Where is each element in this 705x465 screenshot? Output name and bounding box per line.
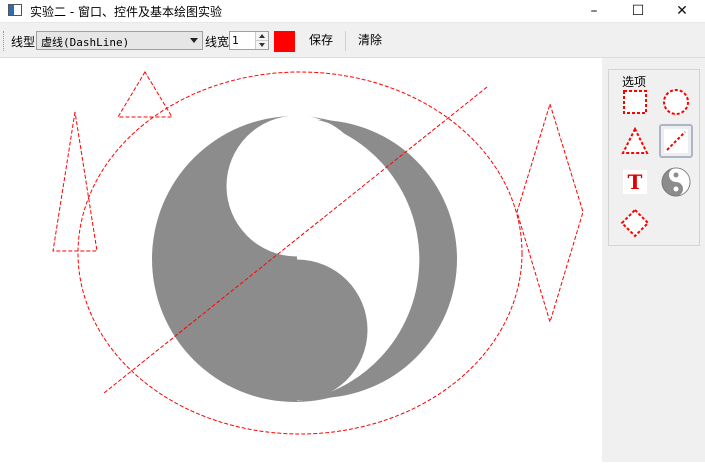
line-style-value: 虚线(DashLine) <box>41 36 130 49</box>
title-bar: 实验二 - 窗口、控件及基本绘图实验 – ☐ ✕ <box>0 0 705 23</box>
app-window-icon <box>8 4 22 16</box>
options-dock: 选项 T <box>602 58 705 462</box>
options-group: 选项 T <box>608 69 700 246</box>
clear-button[interactable]: 清除 <box>352 29 388 51</box>
maximize-button[interactable]: ☐ <box>616 0 660 22</box>
line-width-value: 1 <box>232 34 239 47</box>
spin-up-icon[interactable] <box>255 32 268 41</box>
maximize-icon: ☐ <box>631 3 645 19</box>
drawn-triangle-tall <box>52 111 98 252</box>
chevron-down-icon <box>190 38 198 43</box>
spin-down-icon[interactable] <box>255 41 268 49</box>
pen-color-button[interactable] <box>274 31 295 52</box>
toolbar: 线型 虚线(DashLine) 线宽 1 保存 清除 <box>0 23 705 58</box>
toolbar-separator <box>345 31 346 51</box>
close-button[interactable]: ✕ <box>660 0 704 22</box>
line-style-select[interactable]: 虚线(DashLine) <box>36 31 203 50</box>
close-icon: ✕ <box>676 3 688 19</box>
drawing-canvas[interactable] <box>0 58 602 462</box>
text-tool-icon: T <box>623 170 647 194</box>
ellipse-tool-button[interactable] <box>659 85 693 119</box>
line-tool-icon <box>664 129 688 153</box>
taiji-tool-button[interactable] <box>659 165 693 199</box>
toolbar-grip[interactable] <box>3 31 8 51</box>
rectangle-tool-button[interactable] <box>618 85 652 119</box>
triangle-tool-icon <box>621 127 649 154</box>
canvas-drawing <box>52 71 584 435</box>
text-tool-button[interactable]: T <box>618 165 652 199</box>
minimize-button[interactable]: – <box>572 0 616 22</box>
taiji-symbol <box>152 115 457 402</box>
save-button[interactable]: 保存 <box>303 29 339 51</box>
line-tool-button[interactable] <box>659 124 693 158</box>
taiji-tool-icon <box>661 167 691 197</box>
line-style-label: 线型 <box>11 35 36 49</box>
line-width-label: 线宽 <box>205 35 230 49</box>
ellipse-tool-icon <box>663 89 689 115</box>
diamond-tool-icon <box>620 208 650 238</box>
line-width-spinbox[interactable]: 1 <box>229 31 269 50</box>
window-title: 实验二 - 窗口、控件及基本绘图实验 <box>30 5 222 19</box>
minimize-icon: – <box>590 3 598 19</box>
diamond-tool-button[interactable] <box>618 206 652 240</box>
drawn-diamond <box>516 102 584 324</box>
drawn-triangle-small <box>117 71 173 118</box>
triangle-tool-button[interactable] <box>618 124 652 158</box>
rectangle-tool-icon <box>623 90 647 114</box>
